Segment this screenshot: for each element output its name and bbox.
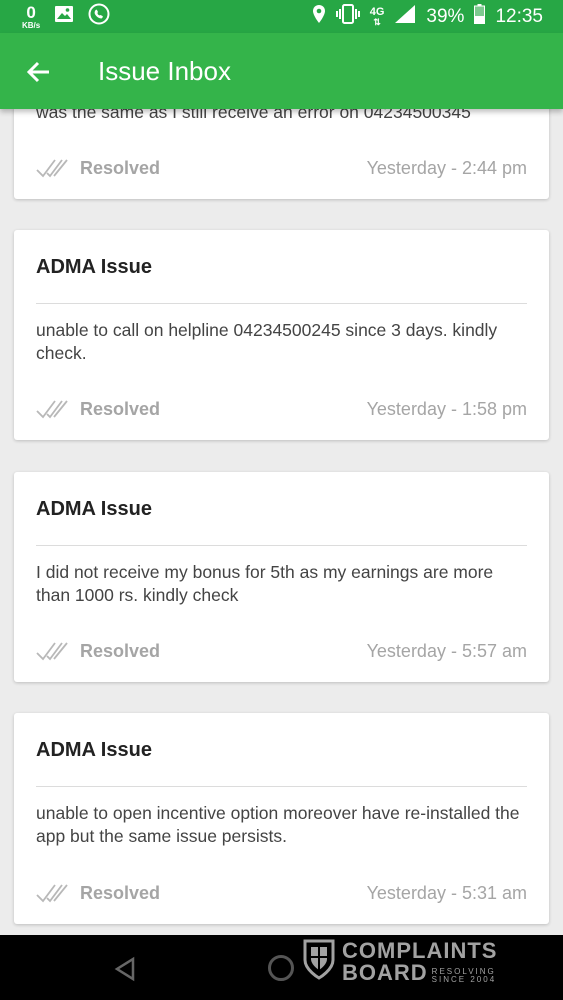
watermark-line1: COMPLAINTS — [342, 937, 498, 963]
issue-time: Yesterday - 1:58 pm — [366, 399, 527, 419]
issue-time: Yesterday - 2:44 pm — [366, 158, 527, 178]
issue-card[interactable]: was the same as I still receive an error… — [14, 109, 549, 199]
issue-status: Resolved — [36, 640, 160, 662]
status-right: 4G ⇅ 39% 12:35 — [312, 0, 543, 33]
signal-icon — [394, 4, 416, 30]
nav-home-button[interactable] — [268, 955, 294, 981]
double-check-icon — [36, 400, 68, 419]
arrow-left-icon — [26, 61, 49, 83]
watermark-line2: BOARD — [342, 959, 428, 985]
issue-title: ADMA Issue — [36, 739, 152, 761]
card-divider — [36, 303, 527, 304]
issue-status: Resolved — [36, 398, 160, 420]
issue-card[interactable]: ADMA Issue I did not receive my bonus fo… — [14, 472, 549, 682]
issue-status-label: Resolved — [80, 882, 161, 903]
issue-status-label: Resolved — [80, 157, 161, 178]
issue-title: ADMA Issue — [36, 256, 152, 278]
data-arrows-icon: ⇅ — [373, 16, 381, 27]
network-speed: 0 KB/s — [22, 4, 40, 30]
issue-message: unable to call on helpline 04234500245 s… — [36, 320, 498, 363]
phone-call-icon — [88, 3, 110, 30]
watermark-text: COMPLAINTS BOARD RESOLVING SINCE 2004 — [342, 937, 498, 985]
watermark-subtext: RESOLVING SINCE 2004 — [428, 967, 497, 984]
issue-message: I did not receive my bonus for 5th as my… — [36, 562, 494, 605]
issue-time: Yesterday - 5:31 am — [366, 883, 527, 903]
status-left: 0 KB/s — [22, 3, 110, 30]
double-check-icon — [36, 884, 68, 903]
card-divider — [36, 786, 527, 787]
issue-message: unable to open incentive option moreover… — [36, 803, 520, 846]
vibrate-icon — [335, 3, 360, 30]
network-speed-value: 0 — [26, 2, 36, 22]
card-divider — [36, 545, 527, 546]
issue-status-label: Resolved — [80, 640, 161, 661]
double-check-icon — [36, 642, 68, 661]
nav-back-button[interactable] — [113, 956, 137, 987]
network-type: 4G ⇅ — [369, 5, 385, 27]
issue-message: was the same as I still receive an error… — [36, 109, 471, 122]
issue-title: ADMA Issue — [36, 498, 152, 520]
battery-percent: 39% — [426, 5, 465, 27]
issue-card[interactable]: ADMA Issue unable to open incentive opti… — [14, 713, 549, 924]
battery-icon — [474, 3, 486, 30]
gallery-icon — [54, 4, 74, 29]
page-title: Issue Inbox — [98, 56, 231, 86]
watermark-row: BOARD RESOLVING SINCE 2004 — [342, 959, 497, 985]
issue-status-label: Resolved — [80, 398, 161, 419]
shield-logo-icon — [302, 938, 336, 985]
issue-time: Yesterday - 5:57 am — [366, 641, 527, 661]
double-check-icon — [36, 159, 68, 178]
issue-card[interactable]: ADMA Issue unable to call on helpline 04… — [14, 230, 549, 440]
triangle-back-icon — [114, 956, 135, 982]
app-bar: Issue Inbox — [0, 33, 563, 109]
network-speed-unit: KB/s — [22, 20, 41, 30]
network-type-label: 4G — [369, 5, 385, 18]
complaints-board-watermark: COMPLAINTS BOARD RESOLVING SINCE 2004 — [302, 938, 497, 985]
clock: 12:35 — [495, 5, 543, 27]
location-icon — [312, 4, 326, 30]
back-button[interactable] — [22, 55, 56, 89]
status-bar: 0 KB/s 4G ⇅ 39% 12:35 — [0, 0, 563, 33]
issue-status: Resolved — [36, 882, 160, 904]
watermark-sub2: SINCE 2004 — [431, 974, 497, 984]
issue-list[interactable]: was the same as I still receive an error… — [0, 109, 563, 935]
issue-status: Resolved — [36, 157, 160, 179]
